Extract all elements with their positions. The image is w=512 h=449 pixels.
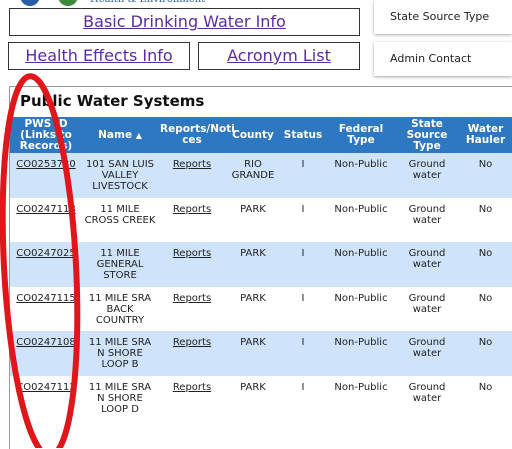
water-hauler-cell: No	[458, 331, 512, 376]
col-state-source-type[interactable]: State Source Type	[396, 117, 458, 153]
admin-contact-panel[interactable]: Admin Contact	[374, 42, 512, 76]
col-reports[interactable]: Reports/Noti ces	[158, 117, 235, 153]
source-type-cell: Ground water	[396, 286, 458, 331]
pws-id-link[interactable]: CO0247108	[16, 337, 75, 348]
table-row: CO0247118 11 MILE CROSS CREEK Reports PA…	[10, 197, 512, 242]
logo-wordmark: Health & Environment	[90, 0, 205, 5]
water-hauler-cell: No	[458, 286, 512, 331]
source-type-cell: Ground water	[396, 242, 458, 287]
logo-mark-green	[58, 0, 78, 6]
source-type-cell: Ground water	[396, 331, 458, 376]
table-row: CO0247025 11 MILE GENERAL STORE Reports …	[10, 242, 512, 287]
water-hauler-cell: No	[458, 153, 512, 198]
water-hauler-cell: No	[458, 242, 512, 287]
sort-asc-icon[interactable]: ▲	[136, 131, 142, 140]
pws-id-link[interactable]: CO0247115	[16, 293, 75, 304]
section-title: Public Water Systems	[20, 92, 205, 110]
reports-link[interactable]: Reports	[173, 382, 211, 393]
county-cell: RIO GRANDE	[226, 153, 280, 198]
table-row: CO0247108 11 MILE SRA N SHORE LOOP B Rep…	[10, 331, 512, 376]
status-cell: I	[280, 286, 326, 331]
federal-type-cell: Non-Public	[326, 331, 396, 376]
status-cell: I	[280, 153, 326, 198]
basic-drinking-water-link[interactable]: Basic Drinking Water Info	[9, 8, 360, 36]
status-cell: I	[280, 242, 326, 287]
status-cell: I	[280, 197, 326, 242]
county-cell: PARK	[226, 242, 280, 287]
water-hauler-cell: No	[458, 375, 512, 420]
reports-link[interactable]: Reports	[173, 159, 211, 170]
pws-id-link[interactable]: CO0253730	[16, 159, 75, 170]
status-cell: I	[280, 375, 326, 420]
acronym-list-link[interactable]: Acronym List	[198, 42, 360, 70]
federal-type-cell: Non-Public	[326, 153, 396, 198]
federal-type-cell: Non-Public	[326, 242, 396, 287]
state-source-type-panel[interactable]: State Source Type	[374, 0, 512, 34]
col-water-hauler[interactable]: Water Hauler	[458, 117, 512, 153]
col-name[interactable]: Name ▲	[82, 117, 158, 153]
reports-link[interactable]: Reports	[173, 248, 211, 259]
reports-link[interactable]: Reports	[173, 204, 211, 215]
source-type-cell: Ground water	[396, 153, 458, 198]
pws-id-link[interactable]: CO0247025	[16, 248, 75, 259]
col-federal-type[interactable]: Federal Type	[326, 117, 396, 153]
system-name: 11 MILE SRA N SHORE LOOP D	[82, 375, 158, 420]
source-type-cell: Ground water	[396, 197, 458, 242]
col-status[interactable]: Status	[280, 117, 326, 153]
pws-id-link[interactable]: CO0247118	[16, 204, 75, 215]
table-header-row: PWS ID (Links to Records) Name ▲ Reports…	[10, 117, 512, 153]
federal-type-cell: Non-Public	[326, 375, 396, 420]
water-hauler-cell: No	[458, 197, 512, 242]
county-cell: PARK	[226, 197, 280, 242]
health-effects-link[interactable]: Health Effects Info	[8, 42, 190, 70]
system-name: 11 MILE GENERAL STORE	[82, 242, 158, 287]
system-name: 101 SAN LUIS VALLEY LIVESTOCK	[82, 153, 158, 198]
federal-type-cell: Non-Public	[326, 286, 396, 331]
table-row: CO0247115 11 MILE SRA BACK COUNTRY Repor…	[10, 286, 512, 331]
water-systems-table: PWS ID (Links to Records) Name ▲ Reports…	[10, 117, 512, 420]
pws-id-link[interactable]: CO0247112	[16, 382, 75, 393]
logo-mark-blue	[20, 0, 40, 6]
status-cell: I	[280, 331, 326, 376]
table-row: CO0247112 11 MILE SRA N SHORE LOOP D Rep…	[10, 375, 512, 420]
reports-link[interactable]: Reports	[173, 293, 211, 304]
county-cell: PARK	[226, 375, 280, 420]
system-name: 11 MILE SRA N SHORE LOOP B	[82, 331, 158, 376]
system-name: 11 MILE CROSS CREEK	[82, 197, 158, 242]
table-row: CO0253730 101 SAN LUIS VALLEY LIVESTOCK …	[10, 153, 512, 198]
county-cell: PARK	[226, 331, 280, 376]
reports-link[interactable]: Reports	[173, 337, 211, 348]
col-pws-id[interactable]: PWS ID (Links to Records)	[10, 117, 82, 153]
source-type-cell: Ground water	[396, 375, 458, 420]
federal-type-cell: Non-Public	[326, 197, 396, 242]
system-name: 11 MILE SRA BACK COUNTRY	[82, 286, 158, 331]
public-water-systems-panel: Public Water Systems PWS ID (Links to Re…	[9, 86, 512, 449]
county-cell: PARK	[226, 286, 280, 331]
